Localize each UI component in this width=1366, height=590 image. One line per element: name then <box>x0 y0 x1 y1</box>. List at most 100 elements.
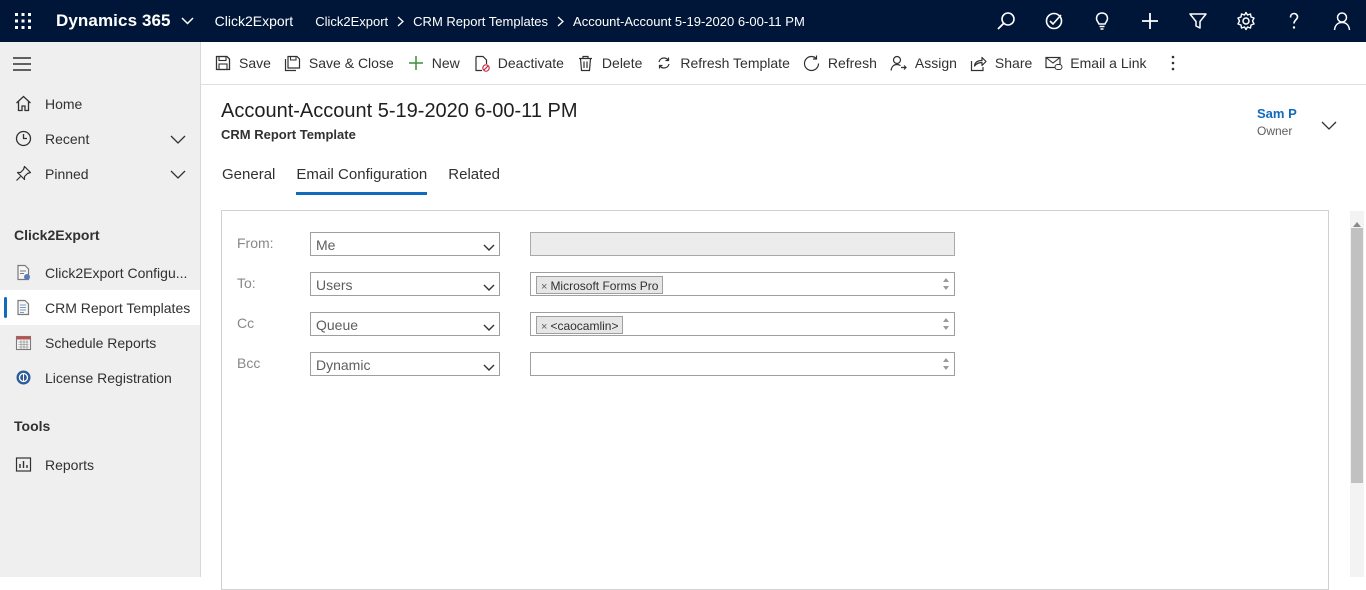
filter-icon[interactable] <box>1174 0 1222 42</box>
command-label: Refresh <box>827 55 877 71</box>
sidebar-item-recent[interactable]: Recent <box>0 121 200 156</box>
tab-email-configuration[interactable]: Email Configuration <box>296 166 427 196</box>
cc-recipients-field[interactable]: × <caocamlin> <box>530 312 955 336</box>
app-name[interactable]: Click2Export <box>215 13 294 29</box>
plus-icon <box>407 54 425 72</box>
select-value: Users <box>316 277 353 293</box>
search-icon[interactable] <box>982 0 1030 42</box>
command-label: New <box>431 55 460 71</box>
chevron-down-icon <box>483 319 495 335</box>
reports-icon <box>14 456 32 474</box>
remove-tag-icon[interactable]: × <box>541 321 547 333</box>
sidebar-item-label: CRM Report Templates <box>45 299 191 316</box>
sidebar-item-label: Pinned <box>45 165 89 182</box>
save-button[interactable]: Save <box>212 42 282 85</box>
save-close-button[interactable]: Save & Close <box>282 42 405 85</box>
to-select[interactable]: Users <box>310 272 500 296</box>
breadcrumb-item-record: Account-Account 5-19-2020 6-00-11 PM <box>573 13 805 29</box>
owner-label: Owner <box>1257 124 1293 138</box>
header-expand-chevron-icon[interactable] <box>1321 117 1337 135</box>
command-label: Save <box>239 55 271 71</box>
user-icon[interactable] <box>1318 0 1366 42</box>
clock-icon <box>14 130 32 148</box>
form-row-from: From: Me <box>222 232 1330 256</box>
chevron-down-icon[interactable] <box>170 166 186 182</box>
new-button[interactable]: New <box>405 42 471 85</box>
task-check-icon[interactable] <box>1030 0 1078 42</box>
deactivate-icon <box>473 54 491 72</box>
breadcrumb-item-entity[interactable]: CRM Report Templates <box>413 14 548 29</box>
sidebar-item-pinned[interactable]: Pinned <box>0 156 200 191</box>
command-label: Refresh Template <box>680 55 790 71</box>
save-close-icon <box>284 54 302 72</box>
tab-general[interactable]: General <box>222 166 275 196</box>
sidebar-item-schedule-reports[interactable]: Schedule Reports <box>0 325 200 360</box>
email-configuration-section: From: Me To: Users × Microsoft Forms Pro … <box>221 210 1329 590</box>
sidebar-item-label: Home <box>45 95 83 112</box>
to-recipients-field[interactable]: × Microsoft Forms Pro <box>530 272 955 296</box>
select-value: Queue <box>316 317 359 333</box>
email-link-icon <box>1045 54 1063 72</box>
sidebar-item-label: Click2Export Configu... <box>45 264 188 281</box>
form-tabs: General Email Configuration Related <box>222 166 521 196</box>
trash-icon <box>577 54 595 72</box>
assign-button[interactable]: Assign <box>888 42 968 85</box>
from-value-field <box>530 232 955 256</box>
sidebar-item-label: Reports <box>45 456 95 473</box>
chevron-right-icon <box>397 16 405 27</box>
top-icons <box>982 0 1366 42</box>
sidebar-item-license-registration[interactable]: License Registration <box>0 360 200 395</box>
bcc-select[interactable]: Dynamic <box>310 352 500 376</box>
plus-icon[interactable] <box>1126 0 1174 42</box>
command-label: Assign <box>914 55 957 71</box>
calendar-icon <box>14 334 32 352</box>
chevron-down-icon[interactable] <box>170 131 186 147</box>
app-launcher-waffle-icon[interactable] <box>0 0 46 42</box>
home-icon <box>14 95 32 113</box>
sidebar-item-click2export-config[interactable]: Click2Export Configu... <box>0 255 200 290</box>
refresh-button[interactable]: Refresh <box>801 42 888 85</box>
deactivate-button[interactable]: Deactivate <box>471 42 575 85</box>
chevron-down-icon[interactable] <box>181 14 195 28</box>
brand-title[interactable]: Dynamics 365 <box>56 11 171 31</box>
page-title: Account-Account 5-19-2020 6-00-11 PM <box>221 100 578 122</box>
sidebar-item-label: Schedule Reports <box>45 334 157 351</box>
spinner-arrows-icon[interactable] <box>942 276 950 292</box>
breadcrumb-item-app[interactable]: Click2Export <box>315 14 388 29</box>
delete-button[interactable]: Delete <box>575 42 653 85</box>
sync-icon <box>655 54 673 72</box>
command-label: Share <box>994 55 1033 71</box>
command-bar: Save Save & Close New Deactivate Delete … <box>201 42 1366 85</box>
owner-field: Sam P Owner <box>1257 106 1297 138</box>
chevron-right-icon <box>557 16 565 27</box>
spinner-arrows-icon[interactable] <box>942 316 950 332</box>
top-navigation-bar: Dynamics 365 Click2Export Click2Export C… <box>0 0 1366 42</box>
scrollbar-thumb[interactable] <box>1351 228 1363 483</box>
bcc-recipients-field[interactable] <box>530 352 955 376</box>
from-select[interactable]: Me <box>310 232 500 256</box>
cc-select[interactable]: Queue <box>310 312 500 336</box>
more-commands-icon[interactable] <box>1158 42 1188 85</box>
sidebar-item-reports[interactable]: Reports <box>0 447 200 482</box>
refresh-template-button[interactable]: Refresh Template <box>653 42 800 85</box>
license-globe-icon <box>14 369 32 387</box>
field-label: To: <box>237 275 256 291</box>
template-doc-icon <box>14 299 32 317</box>
field-label: From: <box>237 235 274 251</box>
sidebar-item-home[interactable]: Home <box>0 86 200 121</box>
tab-related[interactable]: Related <box>448 166 500 196</box>
email-link-button[interactable]: Email a Link <box>1043 42 1157 85</box>
share-button[interactable]: Share <box>968 42 1043 85</box>
pin-icon <box>14 165 32 183</box>
hamburger-menu-icon[interactable] <box>0 42 200 86</box>
spinner-arrows-icon[interactable] <box>942 356 950 372</box>
remove-tag-icon[interactable]: × <box>541 281 547 293</box>
owner-link[interactable]: Sam P <box>1257 106 1297 121</box>
form-row-cc: Cc Queue × <caocamlin> <box>222 312 1330 336</box>
field-label: Cc <box>237 315 255 331</box>
lightbulb-icon[interactable] <box>1078 0 1126 42</box>
help-icon[interactable] <box>1270 0 1318 42</box>
settings-gear-icon[interactable] <box>1222 0 1270 42</box>
sidebar-item-crm-report-templates[interactable]: CRM Report Templates <box>0 290 200 325</box>
sidebar-section-title: Tools <box>14 418 51 434</box>
